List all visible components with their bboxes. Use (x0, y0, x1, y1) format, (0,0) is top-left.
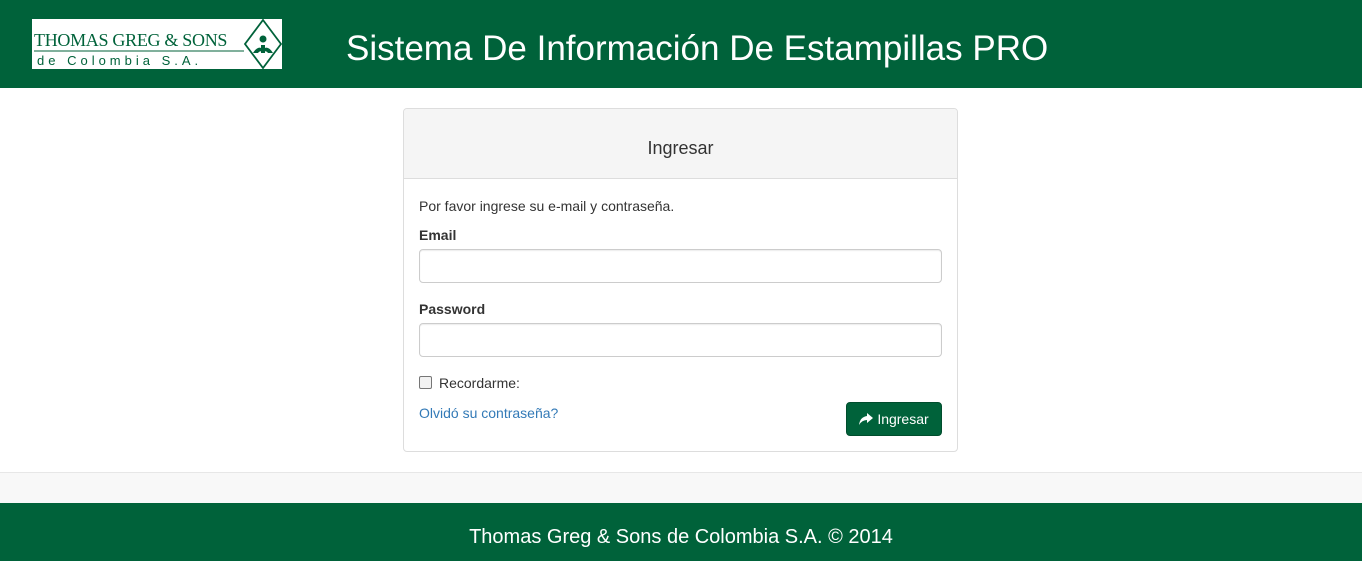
page-footer: Thomas Greg & Sons de Colombia S.A. © 20… (0, 503, 1362, 561)
password-label: Password (419, 301, 486, 317)
email-field[interactable] (419, 249, 942, 283)
footer-copyright: Thomas Greg & Sons de Colombia S.A. © 20… (469, 526, 893, 548)
remember-checkbox[interactable] (419, 376, 432, 389)
login-button[interactable]: Ingresar (846, 402, 942, 436)
login-button-label: Ingresar (877, 411, 929, 427)
login-instructions: Por favor ingrese su e-mail y contraseña… (419, 198, 675, 214)
svg-text:THOMAS GREG & SONS: THOMAS GREG & SONS (34, 30, 227, 50)
company-logo: THOMAS GREG & SONS de Colombia S.A. (32, 19, 282, 69)
email-label: Email (419, 227, 457, 243)
remember-label[interactable]: Recordarme: (439, 373, 520, 393)
footer-separator-band (0, 472, 1362, 503)
app-title: Sistema De Información De Estampillas PR… (346, 29, 1049, 68)
forgot-password-link[interactable]: Olvidó su contraseña? (419, 403, 558, 423)
svg-text:de Colombia S.A.: de Colombia S.A. (37, 53, 202, 68)
panel-title: Ingresar (647, 138, 714, 158)
share-arrow-icon (859, 413, 874, 425)
panel-heading: Ingresar (404, 109, 957, 179)
top-header: THOMAS GREG & SONS de Colombia S.A. Sist… (0, 0, 1362, 88)
login-panel: Ingresar Por favor ingrese su e-mail y c… (403, 108, 958, 452)
password-field[interactable] (419, 323, 942, 357)
